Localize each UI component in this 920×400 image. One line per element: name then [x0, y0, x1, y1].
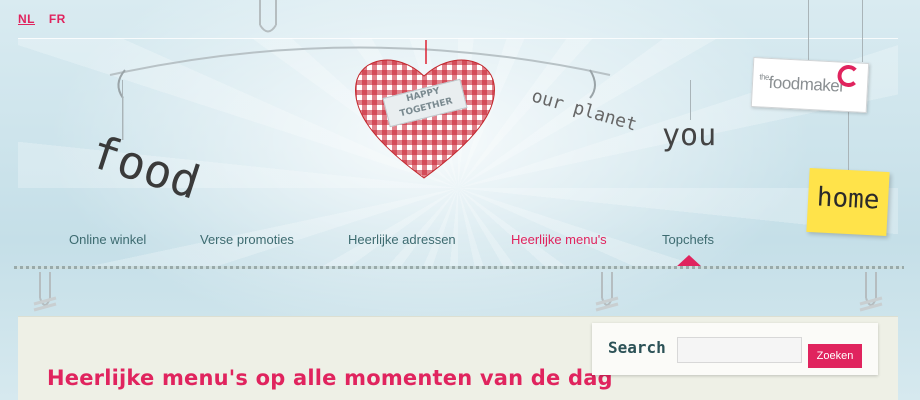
nav-heerlijke-adressen[interactable]: Heerlijke adressen — [348, 232, 456, 247]
logo-name: foodmaker — [768, 72, 845, 96]
you-word: you — [662, 118, 717, 153]
home-string — [848, 110, 849, 172]
food-string — [122, 80, 123, 140]
clothespin-icon — [859, 272, 883, 312]
search-input[interactable] — [677, 337, 802, 363]
you-string — [690, 80, 691, 120]
language-switcher: NL FR — [18, 12, 76, 26]
clothespin-icon — [595, 272, 619, 312]
nav-online-winkel[interactable]: Online winkel — [69, 232, 146, 247]
logo-the: the — [759, 72, 770, 82]
nav-verse-promoties[interactable]: Verse promoties — [200, 232, 294, 247]
logo-string-left — [808, 0, 809, 62]
nav-topchefs[interactable]: Topchefs — [662, 232, 714, 247]
page-title: Heerlijke menu's op alle momenten van de… — [47, 366, 613, 390]
nav-heerlijke-menus[interactable]: Heerlijke menu's — [511, 232, 607, 247]
nav-divider — [14, 266, 904, 269]
lang-fr-link[interactable]: FR — [49, 12, 66, 26]
logo-ring-icon — [836, 64, 861, 88]
hanger-top-icon — [259, 0, 277, 33]
home-button[interactable]: home — [806, 167, 890, 237]
foodmaker-logo[interactable]: thefoodmaker — [750, 56, 870, 114]
logo-string-right — [862, 0, 863, 62]
search-button[interactable]: Zoeken — [808, 344, 862, 368]
search-label: Search — [608, 338, 666, 357]
clothespin-icon — [33, 272, 57, 312]
lang-nl-link[interactable]: NL — [18, 12, 35, 26]
